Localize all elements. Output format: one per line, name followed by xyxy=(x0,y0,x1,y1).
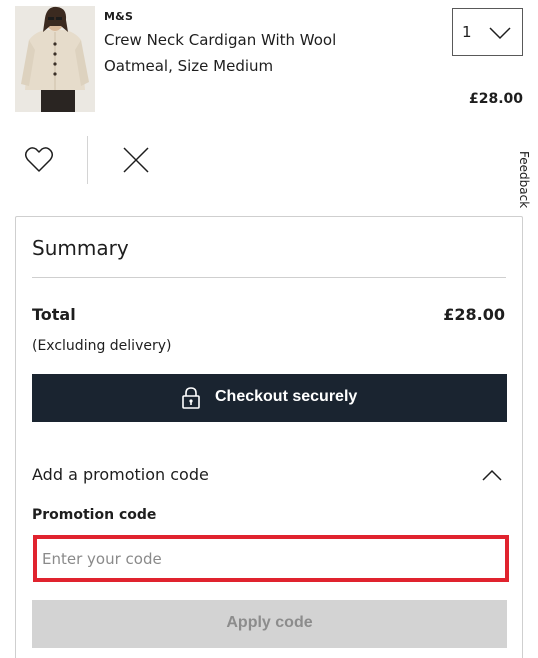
promo-code-toggle[interactable]: Add a promotion code xyxy=(32,457,507,493)
excluding-delivery-note: (Excluding delivery) xyxy=(32,338,172,354)
summary-title: Summary xyxy=(32,236,129,260)
product-name[interactable]: Crew Neck Cardigan With Wool xyxy=(104,31,336,49)
action-divider xyxy=(87,136,88,184)
quantity-value: 1 xyxy=(462,23,472,41)
total-label: Total xyxy=(32,305,76,324)
promo-input-frame xyxy=(33,535,509,582)
quantity-select[interactable]: 1 xyxy=(452,8,523,56)
total-value: £28.00 xyxy=(443,305,505,324)
basket-page: M&S Crew Neck Cardigan With Wool Oatmeal… xyxy=(0,0,538,658)
remove-item-button[interactable] xyxy=(122,146,150,174)
feedback-tab[interactable]: Feedback xyxy=(512,140,538,220)
lock-icon xyxy=(182,387,200,409)
promo-toggle-label: Add a promotion code xyxy=(32,465,209,484)
apply-code-button[interactable]: Apply code xyxy=(32,600,507,648)
promo-field-label: Promotion code xyxy=(32,507,157,523)
product-image[interactable] xyxy=(15,6,95,112)
chevron-down-icon xyxy=(489,27,511,40)
promo-code-input[interactable] xyxy=(37,539,505,578)
heart-icon xyxy=(24,147,54,172)
checkout-button[interactable]: Checkout securely xyxy=(32,374,507,422)
feedback-label: Feedback xyxy=(517,151,531,209)
order-summary: Summary Total £28.00 (Excluding delivery… xyxy=(15,216,523,658)
checkout-label: Checkout securely xyxy=(215,388,358,405)
close-icon xyxy=(123,147,149,173)
summary-divider xyxy=(32,277,506,278)
cardigan-photo-icon xyxy=(15,6,95,112)
apply-code-label: Apply code xyxy=(226,614,313,631)
product-variant: Oatmeal, Size Medium xyxy=(104,57,274,75)
product-price: £28.00 xyxy=(468,91,523,107)
chevron-up-icon xyxy=(482,469,502,481)
product-brand: M&S xyxy=(104,10,134,23)
add-to-wishlist-button[interactable] xyxy=(24,145,54,175)
